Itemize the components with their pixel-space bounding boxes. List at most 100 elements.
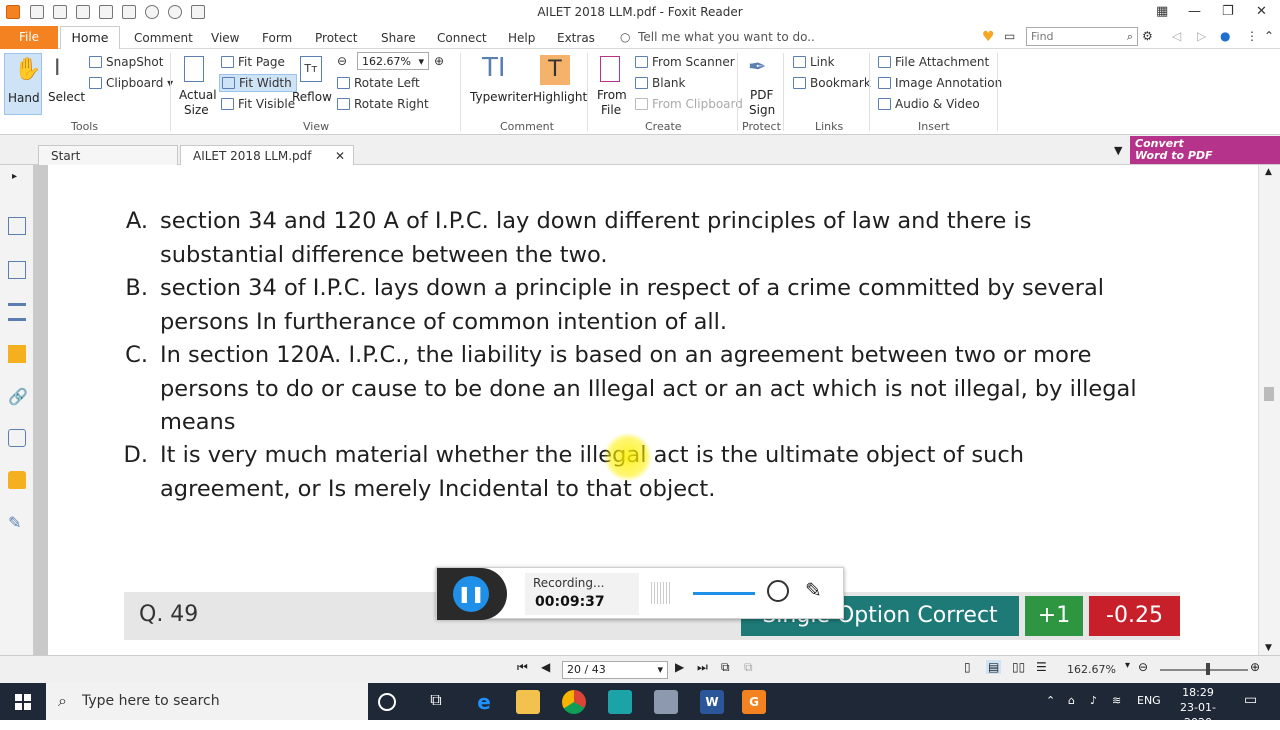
zoom-out-icon[interactable]: ⊖ xyxy=(337,54,347,68)
find-folder-icon[interactable]: ▭ xyxy=(1004,29,1015,43)
bookmark-button[interactable]: Bookmark xyxy=(793,76,871,90)
paperclip-icon[interactable]: 🔗 xyxy=(8,387,28,406)
zoom-select[interactable]: 162.67% ▾ xyxy=(357,52,429,70)
from-clipboard-button[interactable]: From Clipboard xyxy=(635,97,743,111)
reflow-button[interactable]: Tт Reflow xyxy=(292,53,332,115)
tab-list-icon[interactable]: ▼ xyxy=(1114,144,1122,157)
vertical-scrollbar[interactable]: ▲ ▼ xyxy=(1258,165,1280,655)
view-mode-icon[interactable]: ⧉ xyxy=(721,660,730,675)
typewriter-button[interactable]: TI Typewriter xyxy=(468,53,533,115)
camtasia-icon[interactable] xyxy=(608,690,632,714)
from-file-button[interactable]: From File xyxy=(594,53,628,119)
tab-protect[interactable]: Protect xyxy=(315,31,357,45)
task-view-icon[interactable]: ⧉ xyxy=(424,690,448,714)
select-button[interactable]: Ⅰ Select xyxy=(46,53,85,115)
next-page-icon[interactable]: ▶ xyxy=(675,660,684,674)
from-scanner-button[interactable]: From Scanner xyxy=(635,55,735,69)
tray-expand-icon[interactable]: ⌃ xyxy=(1046,694,1055,707)
close-icon[interactable]: ✕ xyxy=(335,149,345,163)
highlight-button[interactable]: T Highlight xyxy=(530,53,587,115)
next-icon[interactable]: ▷ xyxy=(1197,29,1206,43)
rotate-right-button[interactable]: Rotate Right xyxy=(337,97,429,111)
expand-pane-icon[interactable]: ▸ xyxy=(12,171,17,182)
tab-share[interactable]: Share xyxy=(381,31,416,45)
system-clock[interactable]: 18:29 23-01-2020 xyxy=(1168,685,1228,730)
tab-current-document[interactable]: AILET 2018 LLM.pdf ✕ xyxy=(180,145,354,165)
scroll-up-icon[interactable]: ▲ xyxy=(1265,167,1272,177)
pages-icon[interactable] xyxy=(8,217,26,235)
fit-visible-button[interactable]: Fit Visible xyxy=(221,97,295,111)
file-explorer-icon[interactable] xyxy=(516,690,540,714)
page-number-select[interactable]: 20 / 43 ▾ xyxy=(562,661,668,679)
cortana-icon[interactable] xyxy=(378,693,396,711)
ribbon-options-icon[interactable]: ▦ xyxy=(1156,4,1168,19)
foxit-reader-icon[interactable]: G xyxy=(742,690,766,714)
zoom-slider-thumb[interactable] xyxy=(1206,663,1210,675)
blank-button[interactable]: Blank xyxy=(635,76,685,90)
continuous-page-icon[interactable]: ▤ xyxy=(986,660,1002,674)
heart-icon[interactable]: ♥ xyxy=(982,29,995,45)
pause-button[interactable]: ❚❚ xyxy=(453,576,489,612)
zoom-slider[interactable] xyxy=(1160,669,1248,671)
close-button[interactable]: ✕ xyxy=(1256,4,1267,19)
more-icon[interactable]: ⋮ xyxy=(1246,29,1258,43)
security-icon[interactable] xyxy=(8,429,26,447)
layers-icon[interactable] xyxy=(8,261,26,279)
link-button[interactable]: Link xyxy=(793,55,835,69)
wrench-icon[interactable]: ✎ xyxy=(8,513,26,532)
tell-me-box[interactable]: ○ Tell me what you want to do.. xyxy=(620,30,815,44)
chrome-icon[interactable] xyxy=(562,690,586,714)
language-indicator[interactable]: ENG xyxy=(1137,694,1161,707)
wifi-icon[interactable]: ≋ xyxy=(1112,694,1121,707)
find-input[interactable]: Find ⌕ xyxy=(1026,27,1138,46)
zoom-dropdown-icon[interactable]: ▾ xyxy=(1125,660,1130,671)
comments-icon[interactable] xyxy=(8,345,26,363)
volume-slider[interactable] xyxy=(693,592,755,595)
maximize-button[interactable]: ❐ xyxy=(1222,4,1234,19)
facing-page-icon[interactable]: ▯▯ xyxy=(1012,660,1025,674)
image-annotation-button[interactable]: Image Annotation xyxy=(878,76,1002,90)
webcam-icon[interactable] xyxy=(767,580,789,602)
tab-home[interactable]: Home xyxy=(60,26,120,50)
tab-extras[interactable]: Extras xyxy=(557,31,595,45)
last-page-icon[interactable]: ⏭ xyxy=(697,660,708,675)
scroll-down-icon[interactable]: ▼ xyxy=(1265,643,1272,653)
tab-form[interactable]: Form xyxy=(262,31,292,45)
start-button[interactable] xyxy=(0,683,46,720)
minimize-button[interactable]: — xyxy=(1188,4,1201,19)
zoom-out-icon[interactable]: ⊖ xyxy=(1138,660,1148,674)
zoom-in-icon[interactable]: ⊕ xyxy=(1250,660,1260,674)
fit-page-button[interactable]: Fit Page xyxy=(221,55,285,69)
word-icon[interactable]: W xyxy=(700,690,724,714)
scroll-thumb[interactable] xyxy=(1264,387,1274,401)
prev-icon[interactable]: ◁ xyxy=(1172,29,1181,43)
snapshot-button[interactable]: SnapShot xyxy=(89,55,163,69)
lock-icon[interactable] xyxy=(8,471,26,489)
clipboard-button[interactable]: Clipboard ▾ xyxy=(89,76,173,90)
collapse-ribbon-icon[interactable]: ⌃ xyxy=(1264,29,1274,43)
hand-button[interactable]: ✋ Hand xyxy=(4,53,42,115)
app-icon[interactable] xyxy=(654,690,678,714)
zoom-in-icon[interactable]: ⊕ xyxy=(434,54,444,68)
pdf-sign-button[interactable]: ✒ PDF Sign xyxy=(744,53,778,119)
network-icon[interactable]: ⌂ xyxy=(1068,694,1075,707)
settings-icon[interactable]: ⚙ xyxy=(1142,29,1153,43)
file-attachment-button[interactable]: File Attachment xyxy=(878,55,989,69)
view-mode-alt-icon[interactable]: ⧉ xyxy=(744,660,753,675)
file-menu[interactable]: File xyxy=(0,26,58,49)
single-page-icon[interactable]: ▯ xyxy=(964,660,971,674)
signature-icon[interactable] xyxy=(8,303,26,321)
audio-video-button[interactable]: Audio & Video xyxy=(878,97,980,111)
fit-width-button[interactable]: Fit Width xyxy=(219,74,297,92)
taskbar-search[interactable]: ⌕ Type here to search xyxy=(46,683,368,720)
volume-icon[interactable]: ♪ xyxy=(1090,694,1097,707)
first-page-icon[interactable]: ⏮ xyxy=(517,660,528,675)
notifications-icon[interactable]: ▭ xyxy=(1244,692,1257,708)
convert-word-to-pdf-banner[interactable]: Convert Word to PDF xyxy=(1130,136,1280,164)
tab-connect[interactable]: Connect xyxy=(437,31,487,45)
tab-help[interactable]: Help xyxy=(508,31,535,45)
continuous-facing-icon[interactable]: ☰ xyxy=(1036,660,1047,674)
edge-icon[interactable]: e xyxy=(472,690,496,714)
tab-view[interactable]: View xyxy=(211,31,239,45)
actual-size-button[interactable]: Actual Size xyxy=(176,53,217,119)
